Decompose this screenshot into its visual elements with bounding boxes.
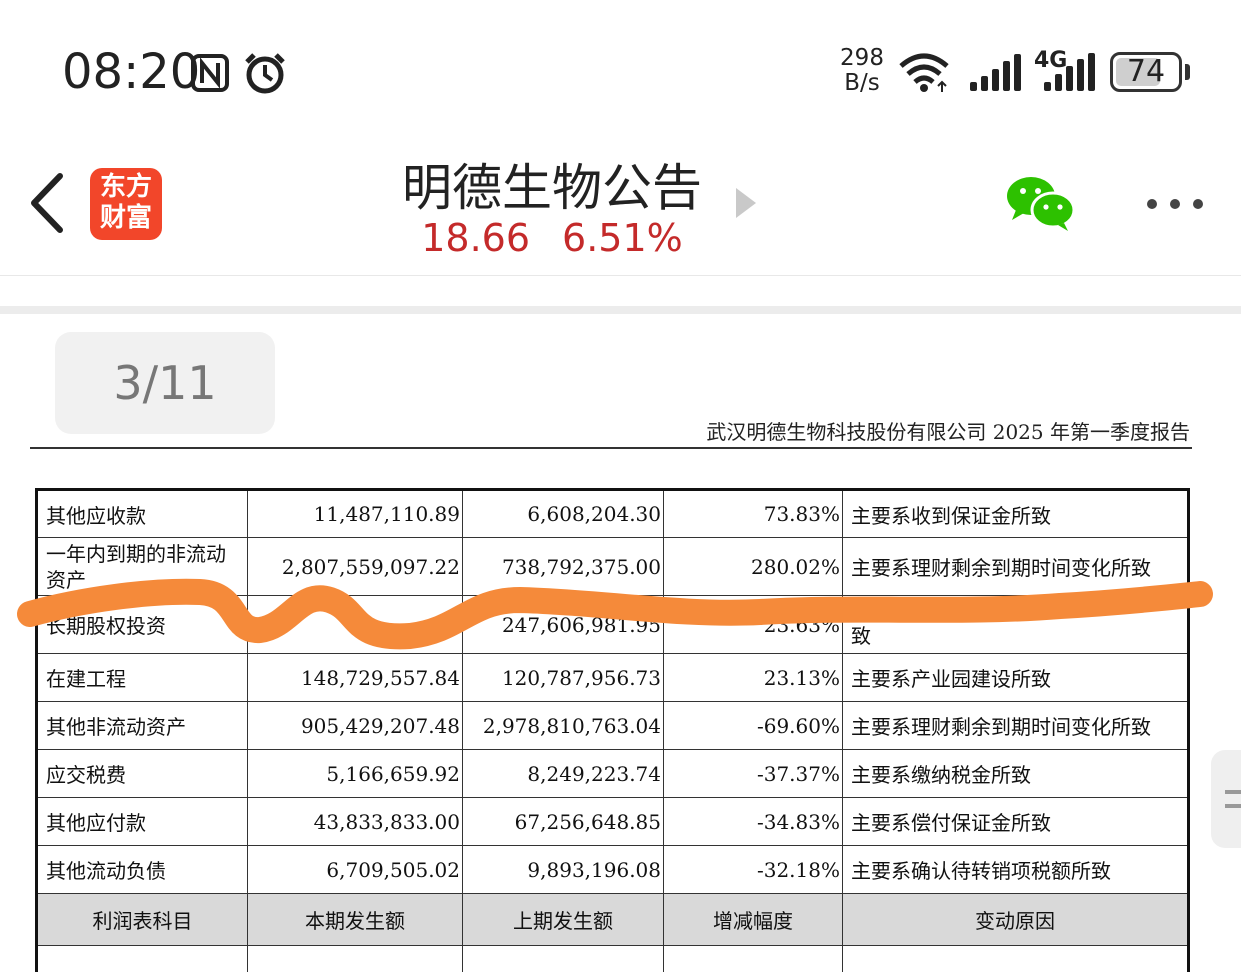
header-cell: 本期发生额 (247, 893, 463, 946)
battery-icon: 74 (1110, 52, 1182, 92)
stock-quote: 18.66 6.51% (360, 216, 744, 260)
net-speed: 298 B/s (840, 45, 884, 96)
cell-current: 6,709,505.02 (247, 845, 463, 894)
alarm-icon (245, 53, 285, 94)
cell-change: -69.60% (663, 701, 843, 750)
cell-current: 5,166,659.92 (247, 749, 463, 798)
cell-change: -34.83% (663, 797, 843, 846)
cell-current (247, 595, 463, 654)
page-title: 明德生物公告 (402, 159, 702, 217)
wifi-icon (899, 53, 949, 92)
header-cell: 变动原因 (842, 893, 1189, 946)
cell-previous: 67,256,648.85 (462, 797, 664, 846)
table-row: 长期股权投资 247,606,981.95 23.63% 致 (36, 595, 1189, 654)
cell-change: 23.13% (663, 653, 843, 702)
cell-previous: 738,792,375.00 (462, 537, 664, 596)
stock-price: 18.66 (421, 216, 531, 260)
cell-empty (247, 945, 463, 972)
page-indicator: 3/11 (55, 332, 275, 434)
menu-lines-icon (1225, 790, 1241, 808)
cell-item: 其他应收款 (36, 489, 248, 538)
table-row: 一年内到期的非流动资产 2,807,559,097.22 738,792,375… (36, 537, 1189, 596)
table-body: 其他应收款 11,487,110.89 6,608,204.30 73.83% … (36, 489, 1189, 972)
table-row: 其他流动负债 6,709,505.02 9,893,196.08 -32.18%… (36, 845, 1189, 894)
balance-change-table: 其他应收款 11,487,110.89 6,608,204.30 73.83% … (35, 488, 1190, 972)
cell-reason: 主要系理财剩余到期时间变化所致 (842, 537, 1189, 596)
cell-change: 280.02% (663, 537, 843, 596)
cell-reason: 主要系偿付保证金所致 (842, 797, 1189, 846)
nfc-icon (191, 54, 229, 92)
cell-current: 11,487,110.89 (247, 489, 463, 538)
document-running-header: 武汉明德生物科技股份有限公司 2025 年第一季度报告 (706, 420, 1190, 444)
income-table-header: 利润表科目 本期发生额 上期发生额 增减幅度 变动原因 (36, 893, 1189, 946)
cell-reason: 主要系理财剩余到期时间变化所致 (842, 701, 1189, 750)
status-time: 08:20 (62, 44, 201, 100)
header-cell: 利润表科目 (36, 893, 248, 946)
header-divider (0, 275, 1241, 276)
back-button[interactable] (22, 168, 72, 238)
signal-icon (970, 54, 1021, 91)
cell-previous: 8,249,223.74 (462, 749, 664, 798)
cell-empty (36, 945, 248, 972)
cell-item: 其他非流动资产 (36, 701, 248, 750)
cell-item: 其他应付款 (36, 797, 248, 846)
cell-change: -32.18% (663, 845, 843, 894)
table-row: 应交税费 5,166,659.92 8,249,223.74 -37.37% 主… (36, 749, 1189, 798)
cell-previous: 247,606,981.95 (462, 595, 664, 654)
cell-current: 2,807,559,097.22 (247, 537, 463, 596)
status-bar: 08:20 298 B/s 4G 74 (0, 0, 1241, 140)
cell-item: 应交税费 (36, 749, 248, 798)
cell-previous: 2,978,810,763.04 (462, 701, 664, 750)
table-row (36, 945, 1189, 972)
wechat-share-icon[interactable] (1004, 174, 1076, 232)
cell-current: 905,429,207.48 (247, 701, 463, 750)
battery-tip (1185, 64, 1190, 80)
screen: 08:20 298 B/s 4G 74 东方 财富 明德生物公告 18.66 6… (0, 0, 1241, 972)
table-row: 其他应收款 11,487,110.89 6,608,204.30 73.83% … (36, 489, 1189, 538)
header-cell: 上期发生额 (462, 893, 664, 946)
cell-change: 73.83% (663, 489, 843, 538)
cell-empty (663, 945, 843, 972)
side-drawer-handle[interactable] (1211, 750, 1241, 848)
cell-item: 长期股权投资 (36, 595, 248, 654)
table-row: 其他非流动资产 905,429,207.48 2,978,810,763.04 … (36, 701, 1189, 750)
cell-previous: 120,787,956.73 (462, 653, 664, 702)
cell-item: 在建工程 (36, 653, 248, 702)
header-cell: 增减幅度 (663, 893, 843, 946)
cell-empty (462, 945, 664, 972)
cell-reason: 主要系产业园建设所致 (842, 653, 1189, 702)
cell-reason: 致 (842, 595, 1189, 654)
more-options-icon[interactable] (1142, 194, 1208, 214)
chevron-left-icon (31, 173, 63, 233)
document-header-rule (30, 447, 1192, 449)
cell-current: 148,729,557.84 (247, 653, 463, 702)
table-row: 其他应付款 43,833,833.00 67,256,648.85 -34.83… (36, 797, 1189, 846)
signal-4g-icon (1044, 53, 1095, 91)
section-divider (0, 306, 1241, 314)
cell-item: 其他流动负债 (36, 845, 248, 894)
stock-change: 6.51% (562, 216, 683, 260)
cell-change: 23.63% (663, 595, 843, 654)
cell-item: 一年内到期的非流动资产 (36, 537, 248, 596)
cell-change: -37.37% (663, 749, 843, 798)
play-triangle-icon[interactable] (734, 186, 758, 220)
cell-reason: 主要系收到保证金所致 (842, 489, 1189, 538)
cell-empty (842, 945, 1189, 972)
cell-previous: 6,608,204.30 (462, 489, 664, 538)
cell-previous: 9,893,196.08 (462, 845, 664, 894)
battery-level: 74 (1126, 54, 1166, 89)
cell-current: 43,833,833.00 (247, 797, 463, 846)
cell-reason: 主要系缴纳税金所致 (842, 749, 1189, 798)
cell-reason: 主要系确认待转销项税额所致 (842, 845, 1189, 894)
app-logo[interactable]: 东方 财富 (90, 168, 162, 240)
table-row: 在建工程 148,729,557.84 120,787,956.73 23.13… (36, 653, 1189, 702)
